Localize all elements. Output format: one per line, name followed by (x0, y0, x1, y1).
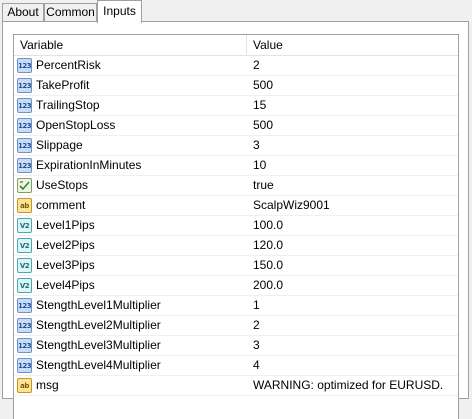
variable-value[interactable]: 3 (253, 136, 260, 155)
variable-name: ExpirationInMinutes (36, 158, 142, 172)
grid-rows: 123 PercentRisk 2 123 TakeProfit 500 123 Traili… (14, 56, 458, 396)
variable-value[interactable]: 1 (253, 296, 260, 315)
table-row[interactable]: ab comment ScalpWiz9001 (14, 196, 458, 216)
integer-icon: 123 (17, 358, 32, 373)
boolean-icon (17, 178, 32, 193)
variable-name: StengthLevel4Multiplier (36, 358, 161, 372)
variable-name: Level1Pips (36, 218, 95, 232)
tab-about[interactable]: About (2, 3, 44, 21)
double-icon: V2 (17, 258, 32, 273)
table-row[interactable]: 123 ExpirationInMinutes 10 (14, 156, 458, 176)
variable-name: msg (36, 378, 59, 392)
table-row[interactable]: 123 Slippage 3 (14, 136, 458, 156)
variable-name: StengthLevel3Multiplier (36, 338, 161, 352)
inputs-grid: Variable Value 123 PercentRisk 2 123 TakePro… (13, 34, 459, 419)
variable-value[interactable]: true (253, 176, 274, 195)
variable-name: Level4Pips (36, 278, 95, 292)
variable-value[interactable]: 500 (253, 116, 273, 135)
variable-value[interactable]: 100.0 (253, 216, 283, 235)
integer-icon: 123 (17, 58, 32, 73)
variable-value[interactable]: 2 (253, 316, 260, 335)
variable-value[interactable]: 15 (253, 96, 266, 115)
table-row[interactable]: V2 Level2Pips 120.0 (14, 236, 458, 256)
table-row[interactable]: V2 Level4Pips 200.0 (14, 276, 458, 296)
variable-name: PercentRisk (36, 58, 101, 72)
variable-value[interactable]: 2 (253, 56, 260, 75)
integer-icon: 123 (17, 298, 32, 313)
variable-value[interactable]: 500 (253, 76, 273, 95)
variable-value[interactable]: 4 (253, 356, 260, 375)
integer-icon: 123 (17, 98, 32, 113)
variable-value[interactable]: 120.0 (253, 236, 283, 255)
table-row[interactable]: UseStops true (14, 176, 458, 196)
header-variable[interactable]: Variable (14, 35, 247, 55)
table-row[interactable]: 123 StengthLevel4Multiplier 4 (14, 356, 458, 376)
table-row[interactable]: V2 Level1Pips 100.0 (14, 216, 458, 236)
table-row[interactable]: 123 PercentRisk 2 (14, 56, 458, 76)
table-row[interactable]: ab msg WARNING: optimized for EURUSD. (14, 376, 458, 396)
variable-name: TrailingStop (36, 98, 100, 112)
header-value[interactable]: Value (247, 35, 458, 55)
double-icon: V2 (17, 218, 32, 233)
integer-icon: 123 (17, 138, 32, 153)
integer-icon: 123 (17, 318, 32, 333)
tab-common[interactable]: Common (44, 3, 97, 21)
table-row[interactable]: 123 TakeProfit 500 (14, 76, 458, 96)
variable-name: comment (36, 198, 86, 212)
variable-value[interactable]: 10 (253, 156, 266, 175)
variable-name: Level3Pips (36, 258, 95, 272)
integer-icon: 123 (17, 158, 32, 173)
variable-name: OpenStopLoss (36, 118, 116, 132)
integer-icon: 123 (17, 78, 32, 93)
integer-icon: 123 (17, 338, 32, 353)
table-row[interactable]: 123 StengthLevel3Multiplier 3 (14, 336, 458, 356)
tab-bar: About Common Inputs (2, 0, 470, 23)
table-row[interactable]: 123 OpenStopLoss 500 (14, 116, 458, 136)
variable-name: TakeProfit (36, 78, 90, 92)
double-icon: V2 (17, 278, 32, 293)
string-icon: ab (17, 198, 32, 213)
variable-value[interactable]: 150.0 (253, 256, 283, 275)
variable-value[interactable]: WARNING: optimized for EURUSD. (253, 376, 443, 395)
variable-name: UseStops (36, 178, 89, 192)
table-row[interactable]: 123 StengthLevel2Multiplier 2 (14, 316, 458, 336)
variable-name: StengthLevel2Multiplier (36, 318, 161, 332)
table-row[interactable]: V2 Level3Pips 150.0 (14, 256, 458, 276)
variable-value[interactable]: 3 (253, 336, 260, 355)
table-row[interactable]: 123 StengthLevel1Multiplier 1 (14, 296, 458, 316)
variable-value[interactable]: ScalpWiz9001 (253, 196, 330, 215)
grid-header: Variable Value (14, 35, 458, 56)
string-icon: ab (17, 378, 32, 393)
double-icon: V2 (17, 238, 32, 253)
variable-value[interactable]: 200.0 (253, 276, 283, 295)
tab-inputs[interactable]: Inputs (97, 0, 142, 23)
variable-name: Level2Pips (36, 238, 95, 252)
variable-name: StengthLevel1Multiplier (36, 298, 161, 312)
table-row[interactable]: 123 TrailingStop 15 (14, 96, 458, 116)
variable-name: Slippage (36, 138, 83, 152)
inputs-panel: Variable Value 123 PercentRisk 2 123 TakePro… (2, 21, 469, 419)
integer-icon: 123 (17, 118, 32, 133)
